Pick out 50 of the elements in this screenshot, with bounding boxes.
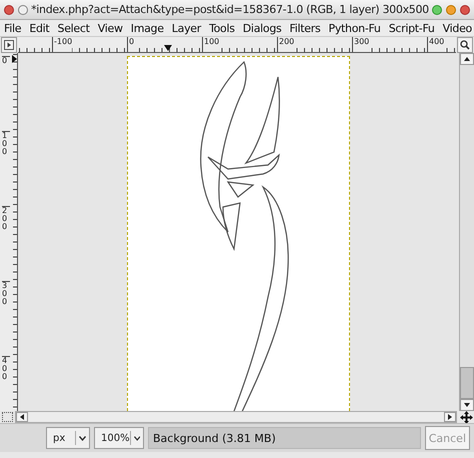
ruler-label: 0 [127, 37, 134, 52]
menu-item[interactable]: File [4, 22, 22, 34]
play-icon [4, 40, 14, 50]
ruler-label: 100 [202, 37, 220, 52]
menu-item[interactable]: Python-Fu [328, 22, 381, 34]
minimize-button[interactable] [446, 4, 456, 14]
right-arrow-icon [448, 414, 452, 420]
quick-mask-icon[interactable] [2, 412, 13, 422]
left-arrow-icon [20, 414, 24, 420]
menu-item[interactable]: View [98, 22, 123, 34]
ruler-label: 400 [2, 356, 10, 381]
menu-item[interactable]: Select [58, 22, 90, 34]
scroll-left-button[interactable] [16, 412, 28, 422]
vertical-scrollbar[interactable] [459, 53, 474, 411]
menu-item[interactable]: Script-Fu [388, 22, 435, 34]
ruler-label: 400 [427, 37, 444, 52]
caret-icon [79, 436, 86, 440]
close-button[interactable] [4, 4, 14, 14]
zoom-button[interactable] [457, 37, 473, 53]
menu-item[interactable]: Tools [209, 22, 235, 34]
ruler-label: 200 [277, 37, 294, 52]
ruler-label: 100 [2, 131, 10, 156]
horizontal-scrollbar[interactable] [15, 411, 457, 423]
menu-arrow-button[interactable] [1, 37, 17, 53]
menu-item[interactable]: Edit [29, 22, 50, 34]
ruler-label: -100 [52, 37, 72, 52]
caret-icon [134, 436, 140, 440]
up-arrow-icon [464, 57, 470, 61]
ruler-label: 200 [2, 206, 10, 231]
move-icon[interactable] [460, 410, 473, 424]
unit-dropdown[interactable]: px [46, 427, 90, 449]
window-title: *index.php?act=Attach&type=post&id=158367-1.0 (RGB, 1 layer) 300x500 [31, 3, 429, 16]
scrollbar-thumb[interactable] [460, 367, 474, 399]
scroll-up-button[interactable] [460, 53, 474, 65]
scroll-down-button[interactable] [460, 399, 474, 411]
ruler-label: 300 [352, 37, 370, 52]
menu-item[interactable]: Image [130, 22, 164, 34]
magnifier-icon [460, 40, 470, 50]
menu-item[interactable]: Video [442, 22, 472, 34]
ruler-label: 300 [2, 281, 10, 306]
menu-item[interactable]: Dialogs [242, 22, 282, 34]
close-button[interactable] [460, 4, 470, 14]
menu-item[interactable]: Layer [172, 22, 201, 34]
ruler-label: 0 [2, 56, 10, 65]
window-button[interactable] [18, 4, 28, 14]
status-message: Background (3.81 MB) [153, 432, 276, 444]
zoom-dropdown[interactable]: 100% [94, 427, 144, 449]
down-arrow-icon [464, 403, 470, 407]
menu-item[interactable]: Filters [290, 22, 320, 34]
scroll-right-button[interactable] [444, 412, 456, 422]
